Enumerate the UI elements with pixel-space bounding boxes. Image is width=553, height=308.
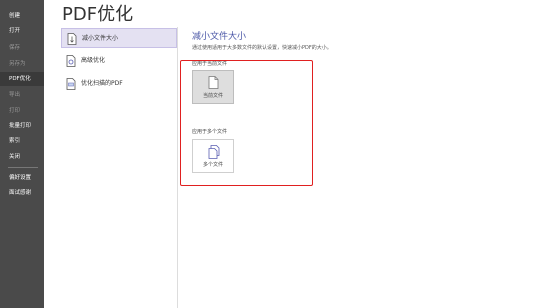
sidebar-item-thanks[interactable]: 面试感谢 bbox=[0, 186, 44, 200]
option-label: 高级优化 bbox=[81, 57, 106, 64]
option-label: 减小文件大小 bbox=[82, 35, 119, 42]
sidebar-item-create[interactable]: 创建 bbox=[0, 9, 44, 23]
option-label: 优化扫描的PDF bbox=[81, 80, 123, 87]
sidebar-item-save-as[interactable]: 另存为 bbox=[0, 57, 44, 71]
left-navigation-sidebar: 创建 打开 保存 另存为 PDF优化 导出 打印 批量打印 索引 关闭 偏好设置… bbox=[0, 0, 44, 308]
sidebar-item-open[interactable]: 打开 bbox=[0, 24, 44, 38]
sidebar-divider bbox=[8, 167, 38, 168]
option-advanced-optimize[interactable]: 高级优化 bbox=[61, 51, 177, 71]
page-title: PDF优化 bbox=[62, 4, 134, 25]
optimize-options-panel: 减小文件大小 高级优化 优化扫描的PDF bbox=[57, 27, 178, 308]
file-size-icon bbox=[67, 33, 77, 45]
section-description: 通过使用适用于大多数文件的默认设置，快速减小PDF的大小。 bbox=[192, 45, 332, 51]
sidebar-item-close[interactable]: 关闭 bbox=[0, 150, 44, 164]
sidebar-item-batch-print[interactable]: 批量打印 bbox=[0, 119, 44, 133]
highlight-frame bbox=[180, 60, 313, 186]
sidebar-item-pdf-optimize[interactable]: PDF优化 bbox=[0, 72, 44, 86]
option-reduce-file-size[interactable]: 减小文件大小 bbox=[61, 28, 177, 48]
advanced-optimize-icon bbox=[66, 55, 76, 67]
scan-pdf-icon bbox=[66, 78, 76, 90]
section-title: 减小文件大小 bbox=[192, 32, 247, 42]
sidebar-item-save[interactable]: 保存 bbox=[0, 41, 44, 55]
sidebar-item-preferences[interactable]: 偏好设置 bbox=[0, 171, 44, 185]
sidebar-item-truncated[interactable] bbox=[0, 0, 44, 8]
sidebar-item-index[interactable]: 索引 bbox=[0, 134, 44, 148]
sidebar-item-export[interactable]: 导出 bbox=[0, 88, 44, 102]
sidebar-item-print[interactable]: 打印 bbox=[0, 104, 44, 118]
option-optimize-scanned-pdf[interactable]: 优化扫描的PDF bbox=[61, 74, 177, 94]
